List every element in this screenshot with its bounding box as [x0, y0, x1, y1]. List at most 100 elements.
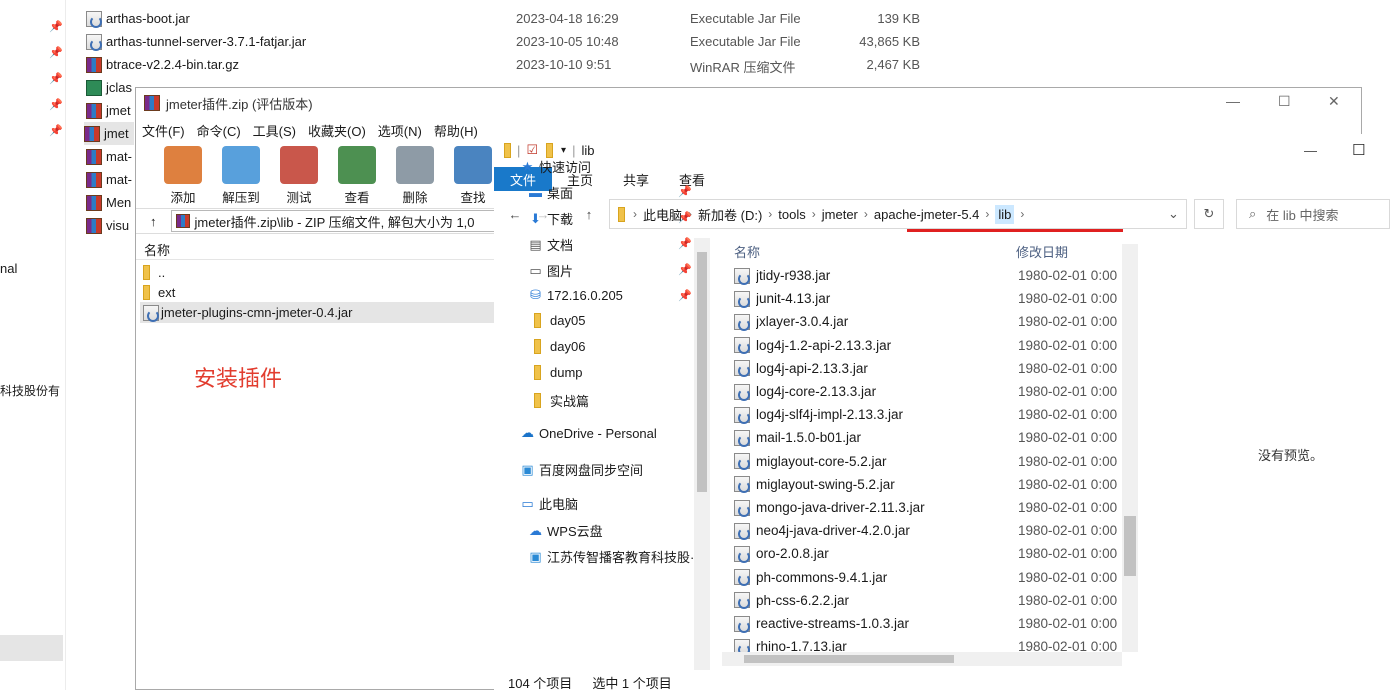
ribbon-tab[interactable]: 共享 [608, 167, 664, 191]
nav-item-partial[interactable]: 科技股份有 [0, 382, 66, 399]
archive-item[interactable]: jmeter-plugins-cmn-jmeter-0.4.jar [140, 302, 495, 323]
file-row[interactable]: arthas-boot.jar [86, 7, 190, 30]
file-row[interactable]: log4j-slf4j-impl-2.13.3.jar 1980-02-01 0:… [734, 403, 1117, 426]
breadcrumb-chevron-icon[interactable]: › [1020, 207, 1024, 221]
nav-pane-item[interactable]: ⛁ 172.16.0.205 [528, 287, 623, 303]
file-row[interactable]: log4j-core-2.13.3.jar 1980-02-01 0:00 [734, 380, 1117, 403]
minimize-icon[interactable]: — [1226, 93, 1240, 109]
nav-pane-item[interactable]: 实战篇 [534, 391, 589, 410]
nav-pane-item[interactable]: day05 [534, 313, 585, 328]
nav-pane-item[interactable]: ▭ 此电脑 [520, 494, 578, 513]
nav-selected-item[interactable] [0, 635, 63, 661]
file-row[interactable]: mongo-java-driver-2.11.3.jar 1980-02-01 0… [734, 496, 1117, 519]
ribbon-tab[interactable]: 查看 [664, 167, 720, 191]
nav-pane-item[interactable]: day06 [534, 339, 585, 354]
file-row[interactable]: mat- [86, 145, 132, 168]
file-row[interactable]: ph-css-6.2.2.jar 1980-02-01 0:00 [734, 589, 1117, 612]
pin-icon[interactable]: 📌 [49, 98, 63, 111]
file-row[interactable]: log4j-api-2.13.3.jar 1980-02-01 0:00 [734, 357, 1117, 380]
explorer-title-bar[interactable]: | ☑ ▾ | lib — ☐ [494, 134, 1390, 166]
menu-item[interactable]: 收藏夹(O) [308, 121, 366, 140]
nav-pane-item[interactable]: ⬇ 下载 [528, 209, 573, 228]
close-icon[interactable]: ✕ [1328, 93, 1340, 110]
nav-pane-item[interactable]: ▤ 文档 [528, 235, 573, 254]
refresh-icon[interactable]: ↻ [1194, 199, 1224, 229]
menu-item[interactable]: 命令(C) [197, 121, 241, 140]
pin-icon[interactable]: 📌 [49, 124, 63, 137]
nav-pane-scrollbar[interactable] [694, 238, 710, 670]
toolbar-button[interactable]: 添加 [154, 146, 212, 206]
up-icon[interactable]: ↑ [578, 207, 600, 222]
address-bar[interactable]: › 此电脑 › 新加卷 (D:) › tools › jmeter › apache-jmeter… [609, 199, 1187, 229]
pin-icon[interactable]: 📌 [678, 185, 692, 198]
toolbar-button[interactable]: 删除 [386, 146, 444, 206]
pin-icon[interactable]: 📌 [49, 20, 63, 33]
file-list-horizontal-scrollbar[interactable] [722, 652, 1122, 666]
breadcrumb-chevron-icon[interactable]: › [812, 207, 816, 221]
breadcrumb-chevron-icon[interactable]: › [985, 207, 989, 221]
file-row[interactable]: jmet [84, 122, 134, 145]
file-row[interactable]: ph-commons-9.4.1.jar 1980-02-01 0:00 [734, 566, 1117, 589]
nav-pane-item[interactable]: ▭ 图片 [528, 261, 573, 280]
breadcrumb-chevron-icon[interactable]: › [633, 207, 637, 221]
pin-icon[interactable]: 📌 [678, 211, 692, 224]
pin-icon[interactable]: 📌 [49, 46, 63, 59]
file-row[interactable]: Men [86, 191, 131, 214]
winrar-title-bar[interactable]: jmeter插件.zip (评估版本) — ☐ ✕ [136, 88, 1361, 118]
breadcrumb-chevron-icon[interactable]: › [768, 207, 772, 221]
nav-pane-item[interactable]: ★ 快速访问 [520, 157, 591, 176]
search-box[interactable]: ⌕ 在 lib 中搜索 [1236, 199, 1390, 229]
nav-pane-item[interactable]: ☁ OneDrive - Personal [520, 425, 657, 441]
nav-pane-item[interactable]: dump [534, 365, 583, 380]
file-row[interactable]: mail-1.5.0-b01.jar 1980-02-01 0:00 [734, 426, 1117, 449]
file-row[interactable]: jxlayer-3.0.4.jar 1980-02-01 0:00 [734, 310, 1117, 333]
breadcrumb-item[interactable]: tools [778, 207, 805, 222]
toolbar-button[interactable]: 查看 [328, 146, 386, 206]
file-list-scrollbar[interactable] [1122, 244, 1138, 652]
winrar-path-field[interactable]: jmeter插件.zip\lib - ZIP 压缩文件, 解包大小为 1,0 [170, 210, 496, 232]
toolbar-button[interactable]: 解压到 [212, 146, 270, 206]
breadcrumb-chevron-icon[interactable]: › [864, 207, 868, 221]
breadcrumb-item[interactable]: 此电脑 [643, 205, 682, 224]
menu-item[interactable]: 工具(S) [253, 121, 296, 140]
archive-item[interactable]: .. [143, 262, 165, 283]
nav-pane-item[interactable]: ▣ 百度网盘同步空间 [520, 460, 643, 479]
new-folder-icon[interactable] [546, 142, 554, 158]
file-row[interactable]: jtidy-r938.jar 1980-02-01 0:00 [734, 264, 1117, 287]
winrar-column-name[interactable]: 名称 [136, 240, 494, 260]
pin-icon[interactable]: 📌 [678, 237, 692, 250]
menu-item[interactable]: 帮助(H) [434, 121, 478, 140]
menu-item[interactable]: 选项(N) [378, 121, 422, 140]
nav-item-partial[interactable]: nal [0, 261, 66, 276]
file-row[interactable]: neo4j-java-driver-4.2.0.jar 1980-02-01 0:… [734, 519, 1117, 542]
nav-pane-item[interactable]: ☁ WPS云盘 [528, 521, 603, 540]
properties-check-icon[interactable]: ☑ [526, 142, 538, 158]
archive-item[interactable]: ext [143, 282, 175, 303]
file-row[interactable]: oro-2.0.8.jar 1980-02-01 0:00 [734, 542, 1117, 565]
up-arrow-icon[interactable]: ↑ [150, 214, 157, 229]
column-header-name[interactable]: 名称 [734, 242, 1016, 261]
menu-item[interactable]: 文件(F) [142, 121, 185, 140]
maximize-icon[interactable]: ☐ [1352, 141, 1365, 159]
nav-pane-item[interactable]: ▣ 江苏传智播客教育科技股· [528, 547, 694, 566]
file-row[interactable]: jclas [86, 76, 132, 99]
back-icon[interactable]: ← [504, 207, 526, 222]
pin-icon[interactable]: 📌 [49, 72, 63, 85]
breadcrumb-item[interactable]: 新加卷 (D:) [698, 205, 762, 224]
file-row[interactable]: arthas-tunnel-server-3.7.1-fatjar.jar [86, 30, 306, 53]
file-row[interactable]: visu [86, 214, 129, 237]
file-row[interactable]: mat- [86, 168, 132, 191]
breadcrumb-item[interactable]: jmeter [822, 207, 858, 222]
file-row[interactable]: junit-4.13.jar 1980-02-01 0:00 [734, 287, 1117, 310]
pin-icon[interactable]: 📌 [678, 263, 692, 276]
file-row[interactable]: miglayout-swing-5.2.jar 1980-02-01 0:00 [734, 473, 1117, 496]
pin-icon[interactable]: 📌 [678, 289, 692, 302]
toolbar-button[interactable]: 测试 [270, 146, 328, 206]
breadcrumb-item[interactable]: lib [995, 204, 1015, 224]
maximize-icon[interactable]: ☐ [1278, 93, 1291, 110]
file-row[interactable]: miglayout-core-5.2.jar 1980-02-01 0:00 [734, 450, 1117, 473]
address-dropdown-icon[interactable]: ⌄ [1168, 206, 1179, 222]
file-row[interactable]: reactive-streams-1.0.3.jar 1980-02-01 0:0… [734, 612, 1117, 635]
file-row[interactable]: jmet [86, 99, 131, 122]
nav-pane-item[interactable]: ▬ 桌面 [528, 183, 573, 202]
